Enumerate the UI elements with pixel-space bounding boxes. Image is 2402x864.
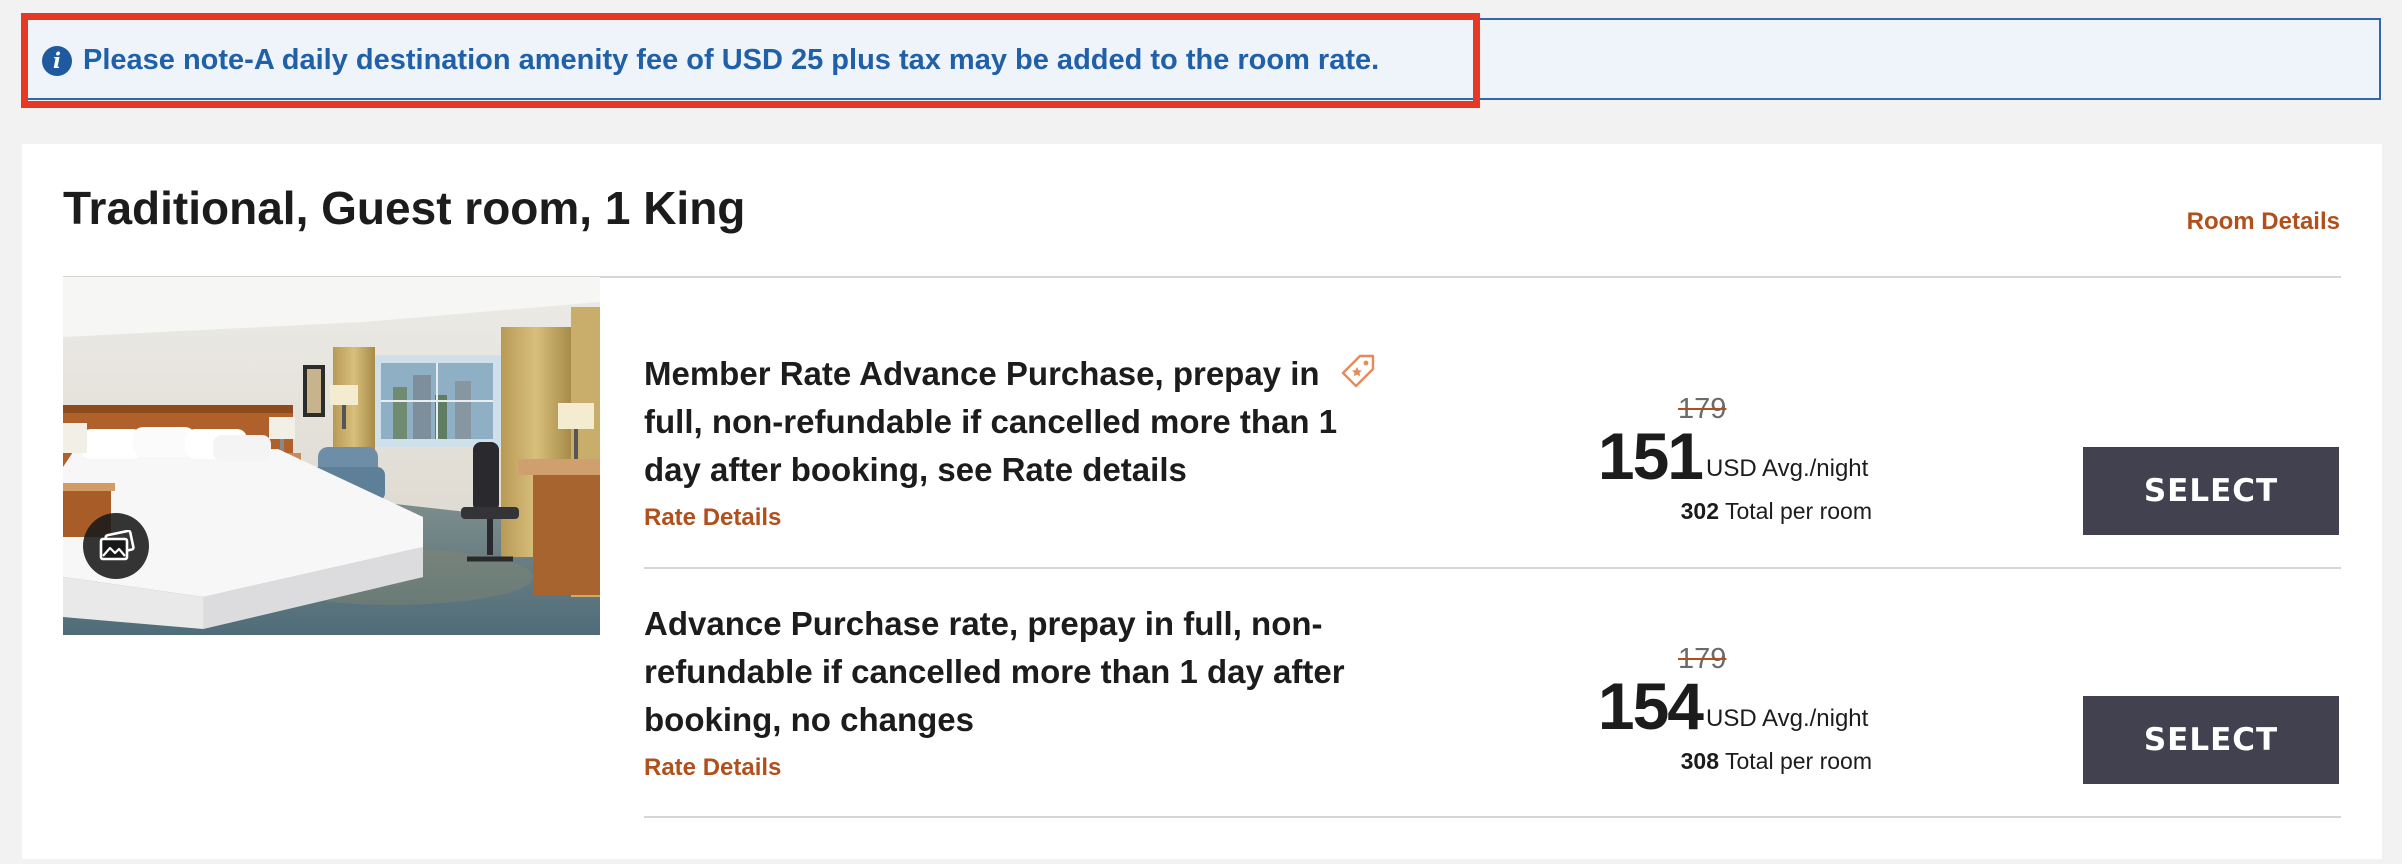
rate-price: 154 <box>1597 669 1704 743</box>
total-label: Total per room <box>1724 748 1872 774</box>
rate-details-link[interactable]: Rate Details <box>644 502 781 534</box>
room-photo-image <box>63 277 600 635</box>
room-card: Traditional, Guest room, 1 King Room Det… <box>22 144 2382 859</box>
rate-name: Advance Purchase rate, prepay in full, n… <box>644 605 1345 738</box>
gallery-icon <box>99 530 135 561</box>
select-button[interactable]: SELECT <box>2083 696 2339 784</box>
rate-divider <box>644 816 2341 818</box>
rate-divider <box>644 567 2341 569</box>
room-details-link[interactable]: Room Details <box>2187 206 2340 238</box>
total-amount: 302 <box>1680 498 1719 524</box>
price-unit: USD Avg./night <box>1706 455 1869 482</box>
select-button[interactable]: SELECT <box>2083 447 2339 535</box>
member-tag-icon <box>1341 354 1375 388</box>
room-photo[interactable] <box>63 277 600 635</box>
photo-gallery-button[interactable] <box>83 513 149 579</box>
total-per-room: 302 Total per room <box>1681 496 1872 526</box>
rate-name: Member Rate Advance Purchase, prepay in … <box>644 355 1338 488</box>
room-title: Traditional, Guest room, 1 King <box>63 182 746 234</box>
total-label: Total per room <box>1724 498 1872 524</box>
rate-price-block: 179 151 USD Avg./night 302 Total per roo… <box>1392 392 1872 532</box>
member-price: 151 <box>1597 419 1704 493</box>
total-per-room: 308 Total per room <box>1681 746 1872 776</box>
rate-price-block: 179 154 USD Avg./night 308 Total per roo… <box>1392 642 1872 782</box>
total-amount: 308 <box>1680 748 1719 774</box>
price-unit: USD Avg./night <box>1706 705 1869 732</box>
notice-text: Please note-A daily destination amenity … <box>83 44 1380 76</box>
info-icon: i <box>42 46 72 76</box>
rate-details-link[interactable]: Rate Details <box>644 752 781 784</box>
